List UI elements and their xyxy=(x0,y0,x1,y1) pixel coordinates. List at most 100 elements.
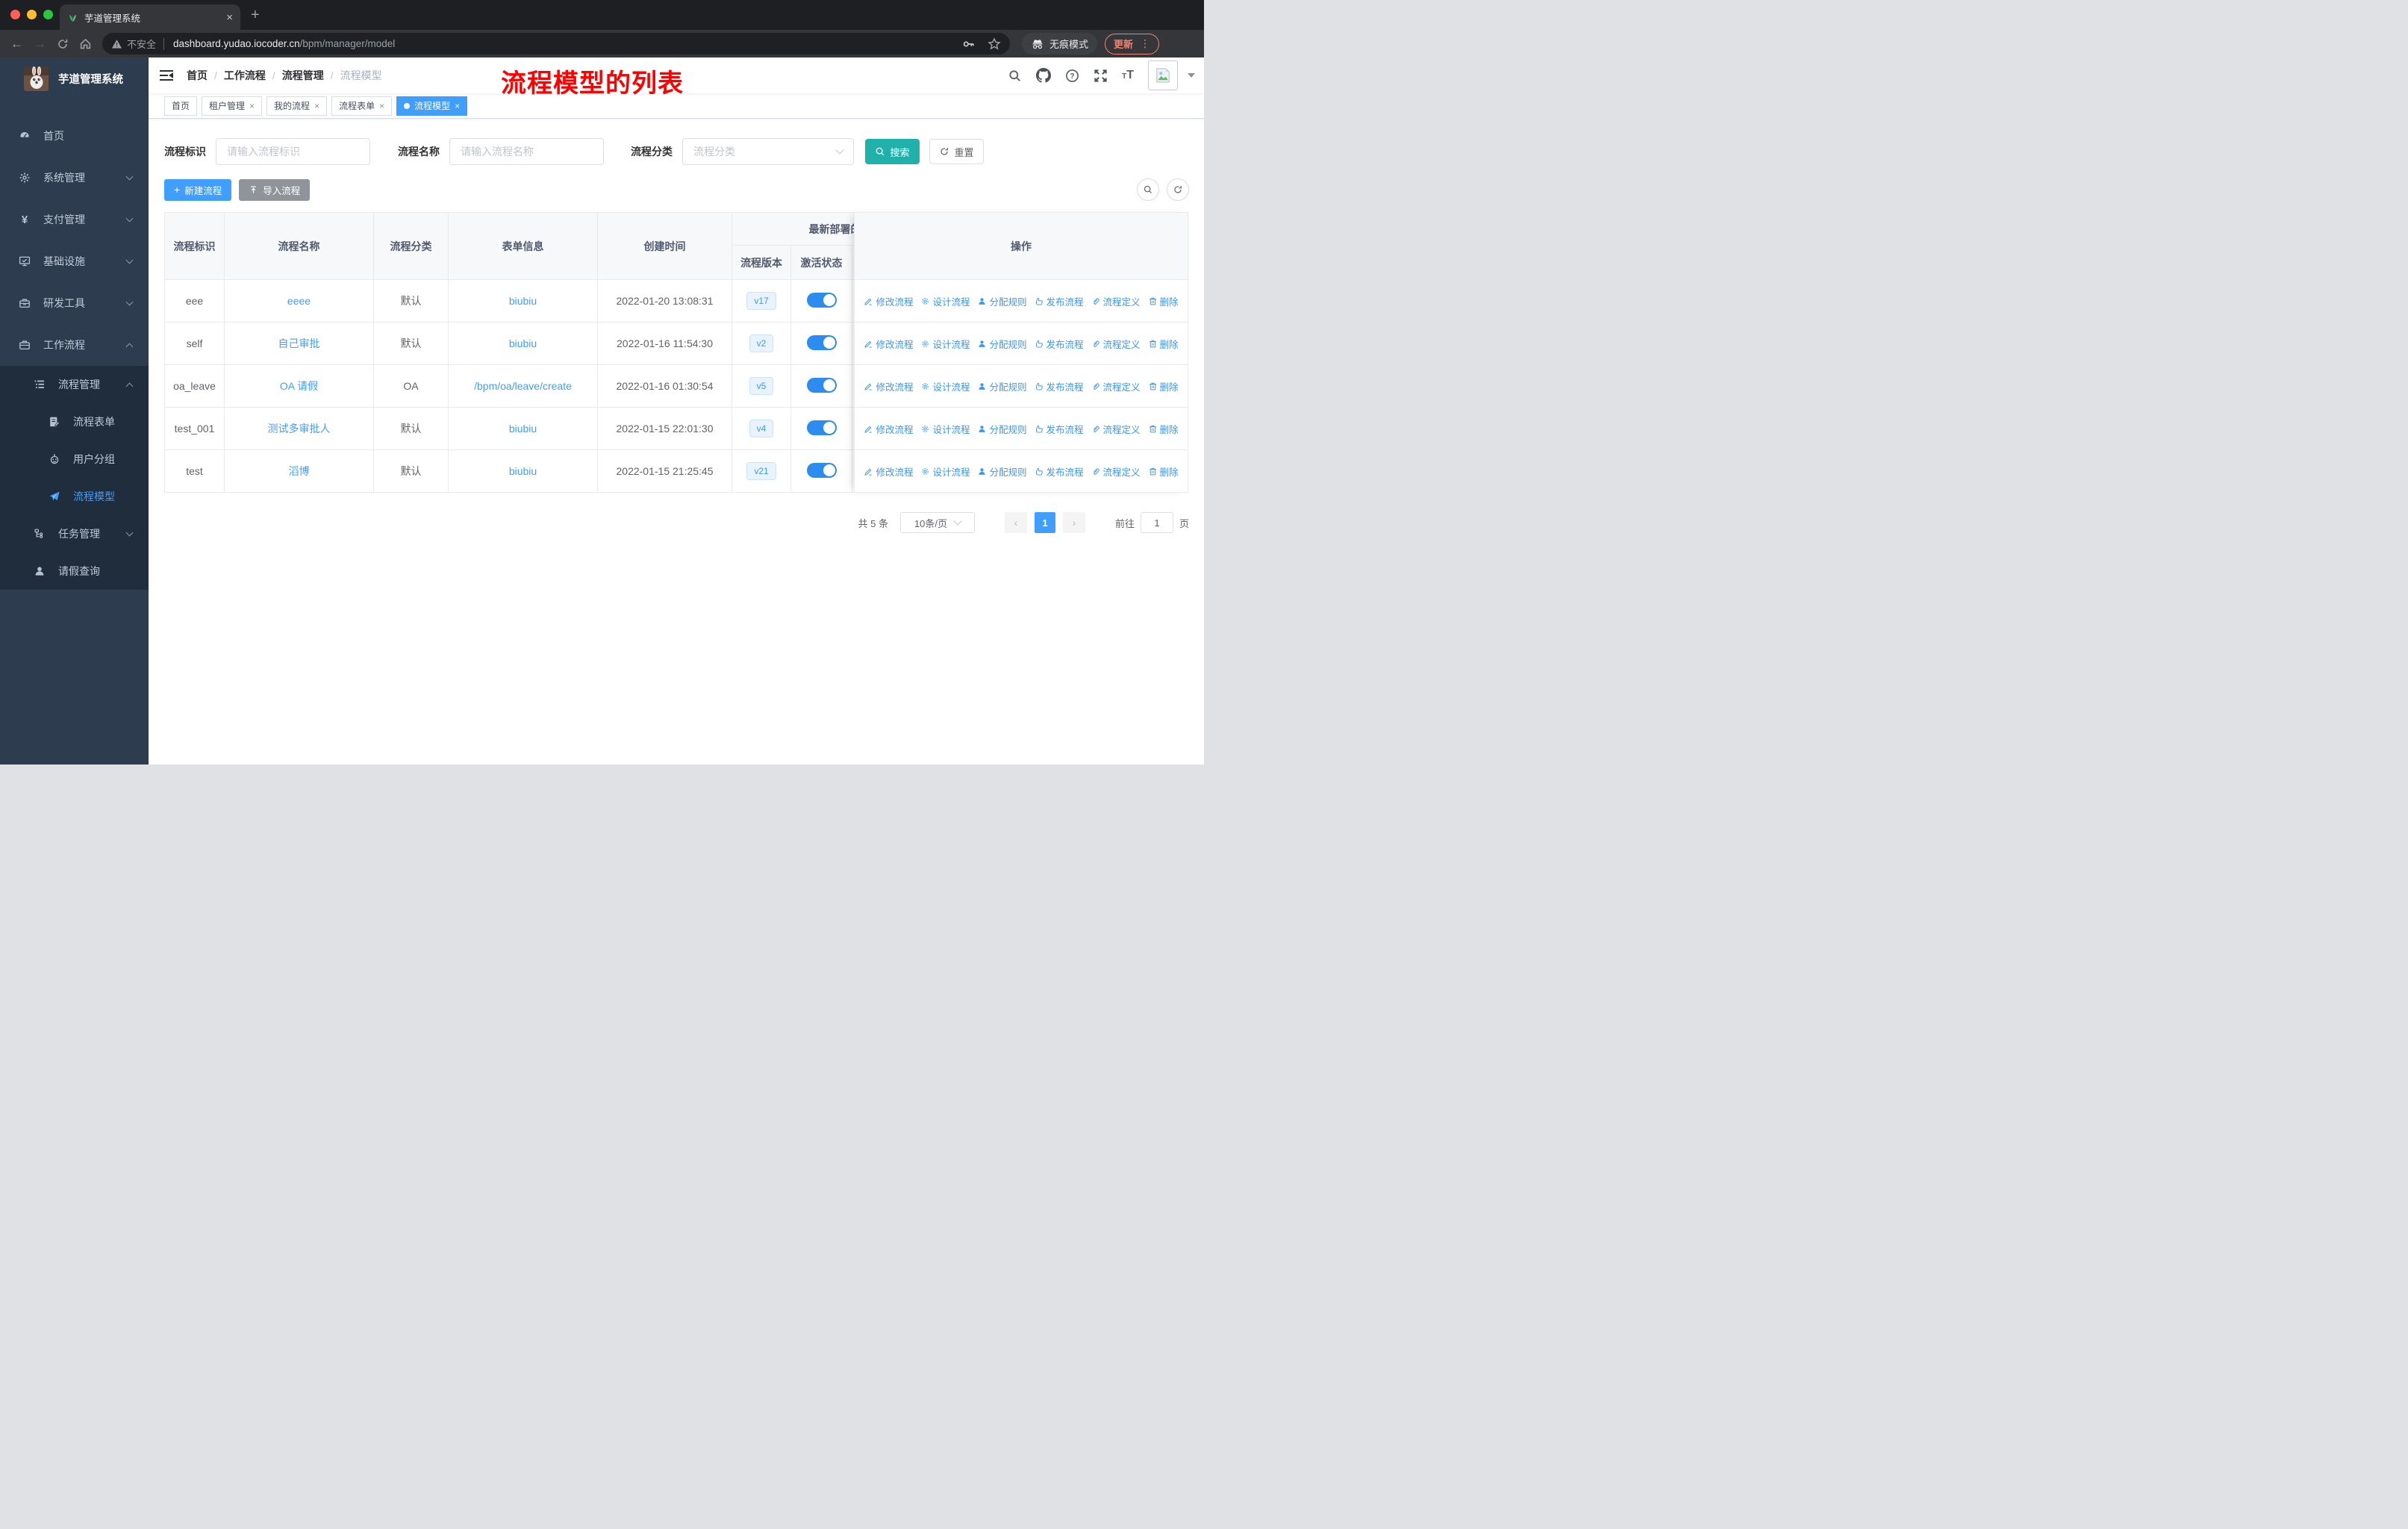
sidebar-item-流程表单[interactable]: 流程表单 xyxy=(0,403,149,440)
action-删除[interactable]: 删除 xyxy=(1148,337,1179,351)
create-process-button[interactable]: + 新建流程 xyxy=(164,178,232,201)
update-button[interactable]: 更新 ⋮ xyxy=(1105,33,1160,55)
action-修改流程[interactable]: 修改流程 xyxy=(864,337,913,351)
action-分配规则[interactable]: 分配规则 xyxy=(977,337,1027,351)
action-分配规则[interactable]: 分配规则 xyxy=(977,422,1027,436)
sidebar-item-流程管理[interactable]: 流程管理 xyxy=(0,366,149,403)
tag-流程表单[interactable]: 流程表单 × xyxy=(331,96,393,116)
cell-form[interactable]: biubiu xyxy=(448,407,598,450)
sidebar-item-工作流程[interactable]: 工作流程 xyxy=(0,324,149,366)
sidebar-logo[interactable]: 芋道管理系统 xyxy=(0,57,149,99)
sidebar-collapse-icon[interactable] xyxy=(160,69,173,81)
tab-close-icon[interactable]: × xyxy=(226,12,233,23)
forward-icon[interactable]: → xyxy=(34,37,46,50)
action-分配规则[interactable]: 分配规则 xyxy=(977,379,1027,393)
action-设计流程[interactable]: 设计流程 xyxy=(920,337,970,351)
import-process-button[interactable]: 导入流程 xyxy=(239,178,311,201)
action-发布流程[interactable]: 发布流程 xyxy=(1035,464,1084,479)
next-page-button[interactable]: › xyxy=(1062,512,1085,533)
active-toggle[interactable] xyxy=(806,420,837,435)
page-size-select[interactable]: 10条/页 xyxy=(899,512,975,533)
security-label[interactable]: 不安全 xyxy=(127,37,156,51)
search-button[interactable]: 搜索 xyxy=(865,139,920,164)
github-icon[interactable] xyxy=(1036,68,1052,83)
process-name-link[interactable]: OA 请假 xyxy=(280,380,318,392)
action-发布流程[interactable]: 发布流程 xyxy=(1035,337,1084,351)
action-修改流程[interactable]: 修改流程 xyxy=(864,422,913,436)
toggle-search-button[interactable] xyxy=(1137,178,1159,201)
sidebar-item-任务管理[interactable]: 任务管理 xyxy=(0,515,149,552)
action-修改流程[interactable]: 修改流程 xyxy=(864,464,913,479)
key-input[interactable] xyxy=(227,146,359,158)
breadcrumb-item-流程管理[interactable]: 流程管理 xyxy=(282,68,324,83)
process-name-link[interactable]: 测试多审批人 xyxy=(268,423,331,435)
help-icon[interactable]: ? xyxy=(1065,69,1079,83)
current-page-button[interactable]: 1 xyxy=(1034,512,1055,533)
browser-menu-icon[interactable]: ⋮ xyxy=(1140,37,1150,50)
window-minimize-button[interactable] xyxy=(27,10,37,19)
action-设计流程[interactable]: 设计流程 xyxy=(920,464,970,479)
sidebar-item-流程模型[interactable]: 流程模型 xyxy=(0,478,149,515)
browser-tab[interactable]: 芋道管理系统 × xyxy=(60,4,240,30)
reload-icon[interactable] xyxy=(57,38,69,50)
password-key-icon[interactable] xyxy=(962,37,976,51)
action-流程定义[interactable]: 流程定义 xyxy=(1091,422,1141,436)
action-分配规则[interactable]: 分配规则 xyxy=(977,294,1027,308)
tag-流程模型[interactable]: 流程模型 × xyxy=(396,96,468,116)
name-input[interactable] xyxy=(461,146,593,158)
cell-active-status[interactable] xyxy=(790,279,852,323)
cell-form[interactable]: biubiu xyxy=(448,322,598,365)
reset-button[interactable]: 重置 xyxy=(929,139,984,164)
action-发布流程[interactable]: 发布流程 xyxy=(1035,379,1084,393)
window-close-button[interactable] xyxy=(10,10,20,19)
active-toggle[interactable] xyxy=(806,334,837,350)
prev-page-button[interactable]: ‹ xyxy=(1004,512,1027,533)
action-删除[interactable]: 删除 xyxy=(1148,294,1179,308)
filter-key-input[interactable] xyxy=(216,138,370,165)
avatar-caret-icon[interactable] xyxy=(1188,73,1195,78)
sidebar-item-系统管理[interactable]: 系统管理 xyxy=(0,157,149,199)
security-warning-icon[interactable] xyxy=(111,39,122,49)
process-name-link[interactable]: 自己审批 xyxy=(278,337,320,349)
sidebar-item-请假查询[interactable]: 请假查询 xyxy=(0,552,149,590)
cell-active-status[interactable] xyxy=(790,407,852,450)
cell-form[interactable]: biubiu xyxy=(448,449,598,493)
bookmark-star-icon[interactable] xyxy=(988,37,1001,51)
action-发布流程[interactable]: 发布流程 xyxy=(1035,294,1084,308)
window-zoom-button[interactable] xyxy=(43,10,53,19)
update-label[interactable]: 更新 xyxy=(1114,37,1133,51)
form-info-link[interactable]: /bpm/oa/leave/create xyxy=(474,380,572,392)
sidebar-item-研发工具[interactable]: 研发工具 xyxy=(0,282,149,324)
cell-form[interactable]: /bpm/oa/leave/create xyxy=(448,364,598,408)
sidebar-item-首页[interactable]: 首页 xyxy=(0,115,149,157)
form-info-link[interactable]: biubiu xyxy=(509,337,537,349)
action-设计流程[interactable]: 设计流程 xyxy=(920,422,970,436)
refresh-button[interactable] xyxy=(1167,178,1189,201)
action-设计流程[interactable]: 设计流程 xyxy=(920,294,970,308)
action-设计流程[interactable]: 设计流程 xyxy=(920,379,970,393)
cell-name[interactable]: 自己审批 xyxy=(224,322,374,365)
process-name-link[interactable]: 滔博 xyxy=(289,465,310,477)
form-info-link[interactable]: biubiu xyxy=(509,423,537,435)
action-发布流程[interactable]: 发布流程 xyxy=(1035,422,1084,436)
filter-name-input[interactable] xyxy=(449,138,604,165)
active-toggle[interactable] xyxy=(806,377,837,393)
sidebar-item-用户分组[interactable]: 用户分组 xyxy=(0,440,149,478)
cell-name[interactable]: 测试多审批人 xyxy=(224,407,374,450)
tag-租户管理[interactable]: 租户管理 × xyxy=(202,96,263,116)
form-info-link[interactable]: biubiu xyxy=(509,295,537,307)
cell-name[interactable]: OA 请假 xyxy=(224,364,374,408)
active-toggle[interactable] xyxy=(806,292,837,308)
sidebar-item-支付管理[interactable]: ¥ 支付管理 xyxy=(0,199,149,240)
search-icon[interactable] xyxy=(1008,69,1022,83)
back-icon[interactable]: ← xyxy=(10,37,23,50)
tag-close-icon[interactable]: × xyxy=(314,102,319,110)
breadcrumb-item-工作流程[interactable]: 工作流程 xyxy=(224,68,266,83)
process-name-link[interactable]: eeee xyxy=(287,295,311,307)
sidebar-item-基础设施[interactable]: 基础设施 xyxy=(0,240,149,282)
cell-active-status[interactable] xyxy=(790,364,852,408)
action-分配规则[interactable]: 分配规则 xyxy=(977,464,1027,479)
cell-name[interactable]: 滔博 xyxy=(224,449,374,493)
user-avatar[interactable] xyxy=(1148,60,1178,90)
action-删除[interactable]: 删除 xyxy=(1148,422,1179,436)
